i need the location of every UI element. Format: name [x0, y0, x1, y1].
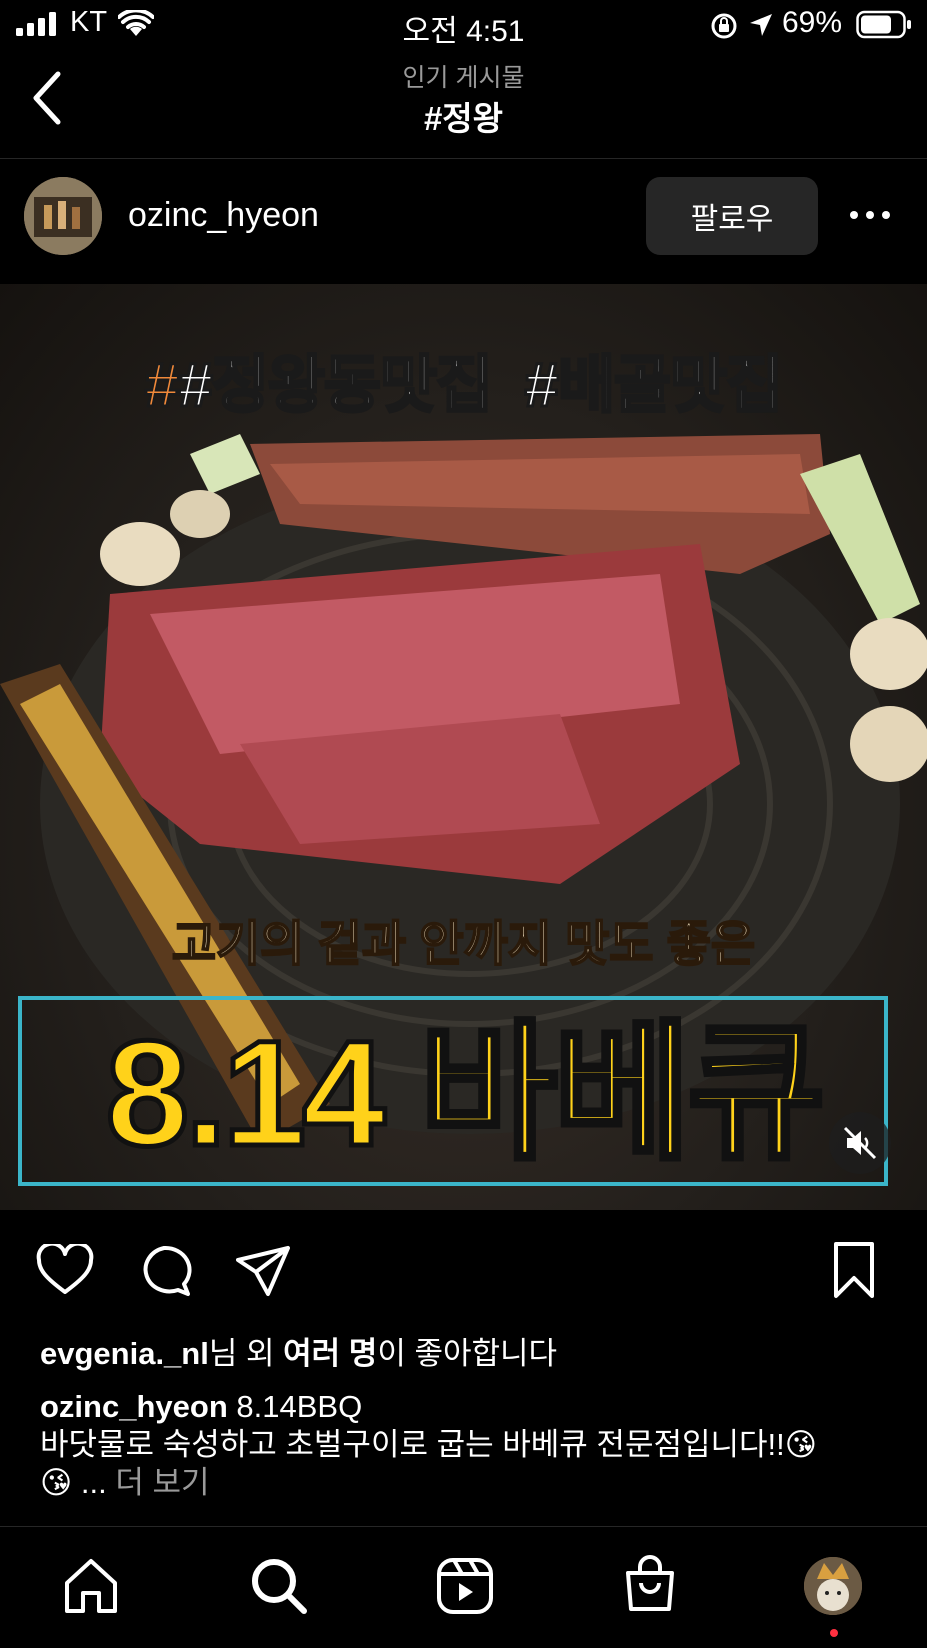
comment-icon[interactable]	[136, 1244, 192, 1300]
post-caption: ozinc_hyeon 8.14BBQ 바닷물로 숙성하고 초벌구이로 굽는 바…	[40, 1388, 900, 1502]
profile-avatar[interactable]	[804, 1557, 862, 1615]
image-tag-1: #정왕동맛집	[177, 350, 495, 422]
avatar[interactable]	[24, 177, 102, 255]
orientation-lock-icon	[711, 13, 737, 39]
image-tag-2: #배골맛집	[523, 350, 785, 422]
image-subtitle: 고기의 겉과 안까지 맛도 좋은	[171, 917, 756, 972]
profile-avatar-image	[804, 1557, 862, 1615]
likes-summary[interactable]: evgenia._nl님 외 여러 명이 좋아합니다	[40, 1328, 557, 1373]
tab-bar	[0, 1526, 927, 1648]
more-options-icon[interactable]	[850, 200, 894, 230]
caption-text-3: 😘 ...	[40, 1465, 107, 1500]
location-arrow-icon	[750, 14, 772, 36]
image-headline: 8.14 바베큐	[103, 1007, 828, 1180]
reels-icon[interactable]	[436, 1557, 494, 1615]
page-title: #정왕	[423, 100, 504, 137]
profile-notification-dot	[830, 1629, 838, 1637]
caption-line-1: ozinc_hyeon 8.14BBQ	[40, 1388, 900, 1426]
search-icon[interactable]	[250, 1557, 308, 1615]
battery-icon	[856, 10, 911, 39]
home-icon[interactable]	[62, 1557, 120, 1615]
image-hashtags: ##정왕동맛집 #배골맛집	[143, 350, 785, 422]
caption-line-2: 바닷물로 숙성하고 초벌구이로 굽는 바베큐 전문점입니다!!😘	[40, 1427, 818, 1462]
heart-icon[interactable]	[36, 1244, 94, 1296]
likes-text-1: 님 외	[208, 1336, 284, 1371]
battery-percent: 69%	[781, 6, 842, 39]
liker-username[interactable]: evgenia._nl	[40, 1336, 209, 1371]
status-bar: KT 오전 4:51 69%	[0, 0, 927, 50]
caption-line-3: 😘 ... 더 보기	[40, 1464, 900, 1502]
likes-text-2: 이 좋아합니다	[377, 1336, 558, 1371]
header-subtitle: 인기 게시물	[402, 64, 525, 92]
caption-author[interactable]: ozinc_hyeon	[40, 1389, 228, 1424]
shop-icon[interactable]	[622, 1555, 678, 1615]
more-link[interactable]: 더 보기	[115, 1465, 209, 1500]
mute-button[interactable]	[829, 1112, 891, 1174]
post-username[interactable]: ozinc_hyeon	[128, 196, 319, 235]
post-image[interactable]: ##정왕동맛집 #배골맛집 고기의 겉과 안까지 맛도 좋은 8.14 바베큐	[0, 284, 927, 1210]
likes-others: 여러 명	[283, 1336, 378, 1371]
paper-plane-icon[interactable]	[234, 1244, 292, 1298]
speaker-muted-icon	[843, 1126, 877, 1160]
bookmark-icon[interactable]	[830, 1240, 878, 1300]
header-divider	[0, 158, 927, 159]
follow-button[interactable]: 팔로우	[646, 177, 818, 255]
avatar-image	[24, 177, 102, 255]
caption-text-1: 8.14BBQ	[227, 1389, 363, 1424]
